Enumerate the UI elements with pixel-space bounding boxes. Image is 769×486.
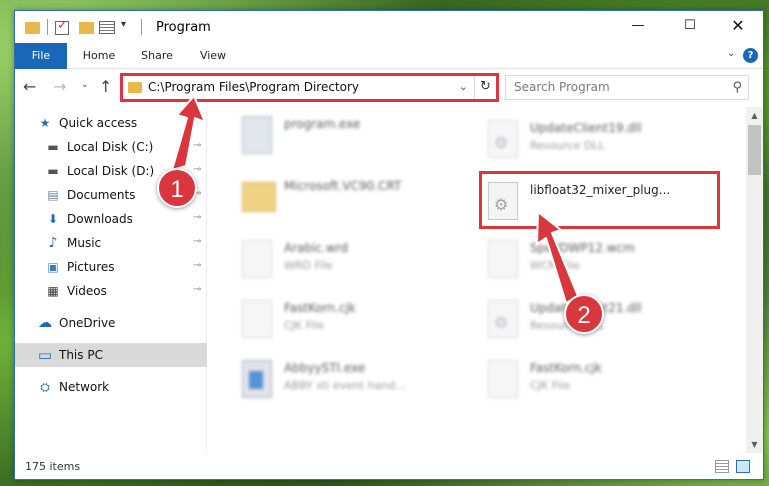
step-badge-2: 2 xyxy=(564,294,604,334)
callout-arrow-2 xyxy=(536,211,579,304)
callout-arrows xyxy=(171,95,579,304)
step-badge-1: 1 xyxy=(157,168,197,208)
callout-arrow-1 xyxy=(171,95,206,171)
